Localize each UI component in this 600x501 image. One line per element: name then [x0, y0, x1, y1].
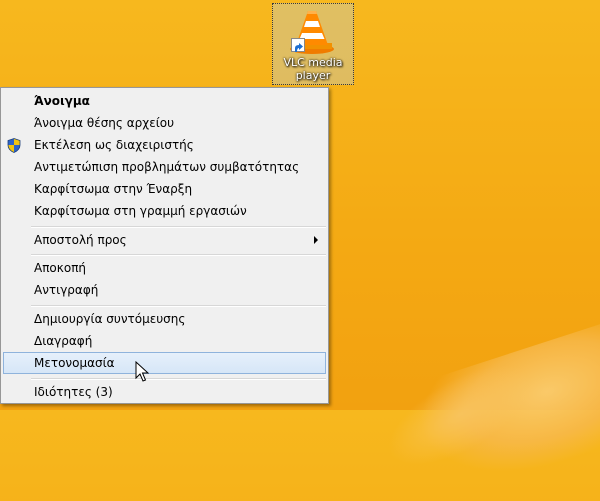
menu-item-run-as-admin[interactable]: Εκτέλεση ως διαχειριστής [3, 134, 326, 156]
menu-item-properties[interactable]: Ιδιότητες (3) [3, 381, 326, 403]
menu-separator [31, 305, 326, 307]
menu-item-label: Αποκοπή [34, 261, 87, 275]
menu-item-label: Διαγραφή [34, 334, 93, 348]
vlc-desktop-shortcut[interactable]: VLC media player [272, 3, 354, 85]
menu-separator [31, 378, 326, 380]
menu-item-label: Εκτέλεση ως διαχειριστής [34, 138, 194, 152]
menu-item-delete[interactable]: Διαγραφή [3, 330, 326, 352]
menu-item-open-file-location[interactable]: Άνοιγμα θέσης αρχείου [3, 112, 326, 134]
menu-item-cut[interactable]: Αποκοπή [3, 257, 326, 279]
menu-separator [31, 226, 326, 228]
menu-item-send-to[interactable]: Αποστολή προς [3, 229, 326, 251]
menu-item-pin-to-start[interactable]: Καρφίτσωμα στην Έναρξη [3, 178, 326, 200]
menu-item-label: Καρφίτσωμα στη γραμμή εργασιών [34, 204, 247, 218]
context-menu: Άνοιγμα Άνοιγμα θέσης αρχείου Εκτέλεση ω… [0, 87, 329, 404]
menu-item-label: Δημιουργία συντόμευσης [34, 312, 186, 326]
shortcut-arrow-icon [291, 38, 305, 52]
uac-shield-icon [7, 138, 21, 153]
submenu-arrow-icon [314, 236, 318, 244]
mouse-pointer-icon [135, 361, 149, 382]
menu-item-label: Ιδιότητες (3) [34, 385, 113, 399]
menu-item-troubleshoot-compatibility[interactable]: Αντιμετώπιση προβλημάτων συμβατότητας [3, 156, 326, 178]
menu-item-label: Αντιγραφή [34, 283, 99, 297]
menu-item-label: Αντιμετώπιση προβλημάτων συμβατότητας [34, 160, 300, 174]
menu-item-copy[interactable]: Αντιγραφή [3, 279, 326, 301]
menu-separator [31, 254, 326, 256]
menu-item-create-shortcut[interactable]: Δημιουργία συντόμευσης [3, 308, 326, 330]
menu-item-rename[interactable]: Μετονομασία [3, 352, 326, 374]
menu-item-label: Μετονομασία [34, 356, 115, 370]
menu-item-open[interactable]: Άνοιγμα [3, 90, 326, 112]
menu-item-label: Αποστολή προς [34, 233, 127, 247]
menu-item-label: Άνοιγμα [34, 94, 90, 108]
menu-item-pin-to-taskbar[interactable]: Καρφίτσωμα στη γραμμή εργασιών [3, 200, 326, 222]
menu-item-label: Καρφίτσωμα στην Έναρξη [34, 182, 193, 196]
desktop-icon-label: VLC media player [283, 56, 343, 82]
menu-item-label: Άνοιγμα θέσης αρχείου [34, 116, 175, 130]
